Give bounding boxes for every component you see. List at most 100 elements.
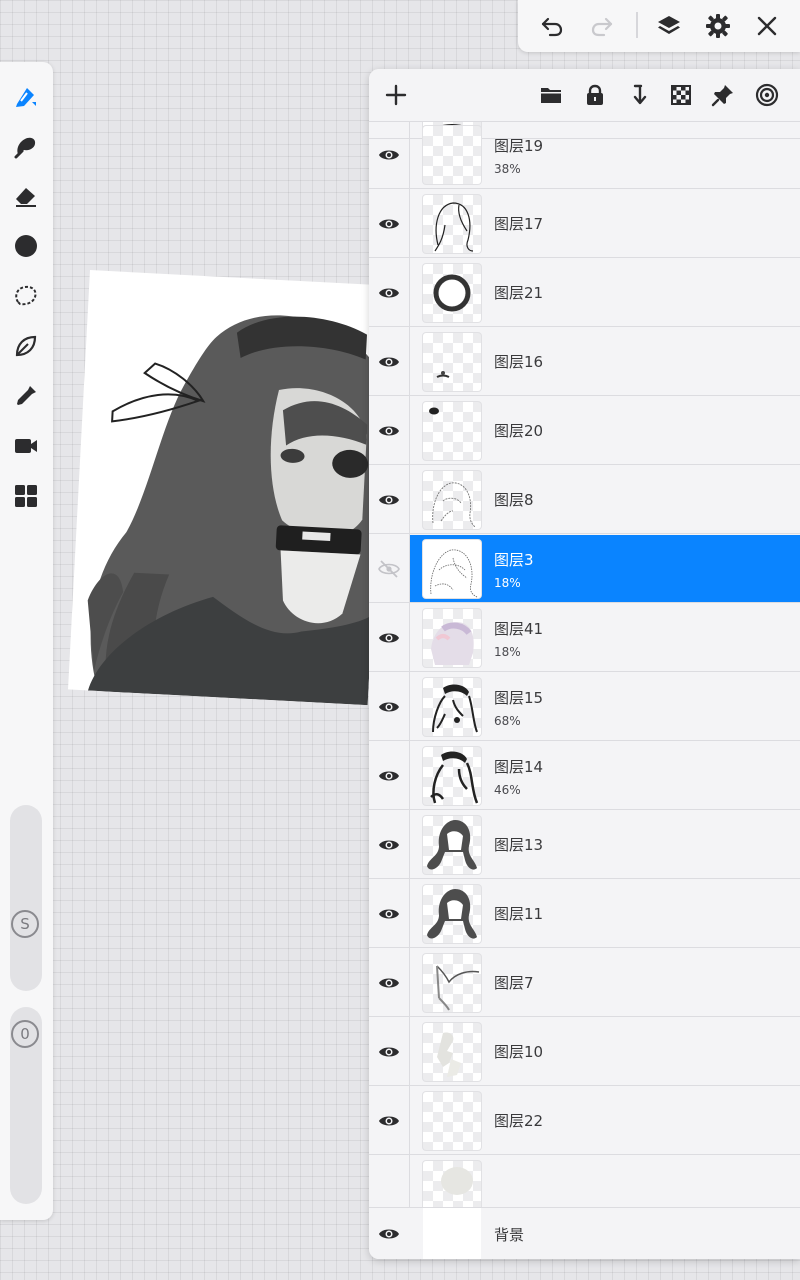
layer-opacity: 68% — [494, 714, 521, 728]
layer-thumbnail — [423, 264, 481, 322]
layer-row[interactable]: 图层17 — [369, 190, 800, 258]
layer-name: 图层17 — [494, 215, 544, 233]
layer-thumbnail — [423, 471, 481, 529]
layer-name: 图层14 — [494, 758, 544, 776]
add-layer-icon[interactable] — [382, 81, 410, 109]
layer-row[interactable]: 图层21 — [369, 259, 800, 327]
eye-icon[interactable] — [377, 143, 401, 167]
layer-name: 图层22 — [494, 1112, 544, 1130]
layer-row[interactable]: 图层8 — [369, 466, 800, 534]
layer-row[interactable]: 图层11 — [369, 880, 800, 948]
layer-thumbnail — [423, 1023, 481, 1081]
layer-row[interactable]: 图层16 — [369, 328, 800, 396]
layer-name: 图层15 — [494, 689, 544, 707]
lock-icon[interactable] — [581, 81, 609, 109]
layer-thumbnail — [423, 1161, 481, 1207]
layer-row[interactable]: 图层14 46% — [369, 742, 800, 810]
eye-icon[interactable] — [377, 833, 401, 857]
layer-name: 图层41 — [494, 620, 544, 638]
layer-thumbnail — [423, 540, 481, 598]
layer-row[interactable]: 图层19 38% — [369, 121, 800, 189]
background-layer-name: 背景 — [494, 1226, 525, 1244]
layer-thumbnail — [423, 126, 481, 184]
background-layer-row[interactable]: 背景 — [369, 1207, 800, 1259]
layer-row[interactable]: 图层10 — [369, 1018, 800, 1086]
toolbar-divider — [636, 12, 638, 38]
video-icon[interactable] — [9, 429, 43, 463]
layer-thumbnail — [423, 885, 481, 943]
eye-icon[interactable] — [377, 1109, 401, 1133]
layer-thumbnail — [423, 816, 481, 874]
color-icon[interactable] — [9, 229, 43, 263]
layer-thumbnail — [423, 1092, 481, 1150]
merge-down-icon[interactable] — [624, 81, 652, 109]
left-toolbar: S 0 — [0, 62, 53, 1220]
layer-row[interactable]: 图层41 18% — [369, 604, 800, 672]
eye-icon[interactable] — [377, 1222, 401, 1246]
layer-opacity: 18% — [494, 645, 521, 659]
eye-icon[interactable] — [377, 350, 401, 374]
brush-icon[interactable] — [9, 79, 43, 113]
layer-row[interactable]: 图层13 — [369, 811, 800, 879]
layer-name: 图层8 — [494, 491, 534, 509]
visibility-column-divider — [409, 69, 410, 1207]
layer-name: 图层16 — [494, 353, 544, 371]
layers-panel: 图层19 38% 图层17 图层21 图层16 图层20 图层8 图层3 18%… — [369, 69, 800, 1259]
layer-row[interactable]: 图层20 — [369, 397, 800, 465]
layer-name: 图层20 — [494, 422, 544, 440]
layer-list[interactable]: 图层19 38% 图层17 图层21 图层16 图层20 图层8 图层3 18%… — [369, 121, 800, 1207]
layer-name: 图层7 — [494, 974, 534, 992]
layer-thumbnail — [423, 333, 481, 391]
layer-thumbnail — [423, 195, 481, 253]
layer-name: 图层10 — [494, 1043, 544, 1061]
layers-icon[interactable] — [653, 10, 685, 42]
selection-icon[interactable] — [9, 279, 43, 313]
eye-icon[interactable] — [377, 626, 401, 650]
layer-opacity: 18% — [494, 576, 521, 590]
opacity-badge: 0 — [11, 1020, 39, 1048]
layer-name: 图层3 — [494, 551, 534, 569]
eye-icon[interactable] — [377, 902, 401, 926]
eye-icon[interactable] — [377, 419, 401, 443]
pin-icon[interactable] — [709, 81, 737, 109]
gallery-icon[interactable] — [9, 479, 43, 513]
transform-icon[interactable] — [9, 329, 43, 363]
size-badge: S — [11, 910, 39, 938]
eye-icon[interactable] — [377, 281, 401, 305]
layer-thumbnail — [423, 678, 481, 736]
canvas-artwork[interactable] — [68, 270, 390, 706]
checkerboard-icon[interactable] — [667, 81, 695, 109]
layer-row[interactable]: 图层15 68% — [369, 673, 800, 741]
eye-icon[interactable] — [377, 1040, 401, 1064]
brush-size-slider[interactable] — [10, 805, 42, 991]
layer-row[interactable]: 图层22 — [369, 1087, 800, 1155]
layer-name: 图层21 — [494, 284, 544, 302]
close-icon[interactable] — [751, 10, 783, 42]
layer-row-selected[interactable]: 图层3 18% — [369, 535, 800, 603]
eye-icon[interactable] — [377, 764, 401, 788]
eyedropper-icon[interactable] — [9, 379, 43, 413]
background-thumbnail — [423, 1208, 481, 1259]
layer-thumbnail — [423, 954, 481, 1012]
eye-hidden-icon[interactable] — [377, 557, 401, 581]
target-icon[interactable] — [753, 81, 781, 109]
artwork-illustration — [87, 315, 376, 706]
eraser-icon[interactable] — [9, 179, 43, 213]
settings-icon[interactable] — [702, 10, 734, 42]
layer-name: 图层11 — [494, 905, 544, 923]
layer-row[interactable]: 图层7 — [369, 949, 800, 1017]
layer-thumbnail — [423, 402, 481, 460]
eye-icon[interactable] — [377, 971, 401, 995]
layer-name: 图层13 — [494, 836, 544, 854]
undo-icon[interactable] — [536, 10, 568, 42]
eye-icon[interactable] — [377, 488, 401, 512]
layer-opacity: 46% — [494, 783, 521, 797]
smudge-icon[interactable] — [9, 129, 43, 163]
layer-thumbnail — [423, 609, 481, 667]
redo-icon[interactable] — [586, 10, 618, 42]
eye-icon[interactable] — [377, 695, 401, 719]
top-toolbar — [518, 0, 800, 52]
eye-icon[interactable] — [377, 212, 401, 236]
layer-thumbnail — [423, 747, 481, 805]
folder-icon[interactable] — [537, 81, 565, 109]
